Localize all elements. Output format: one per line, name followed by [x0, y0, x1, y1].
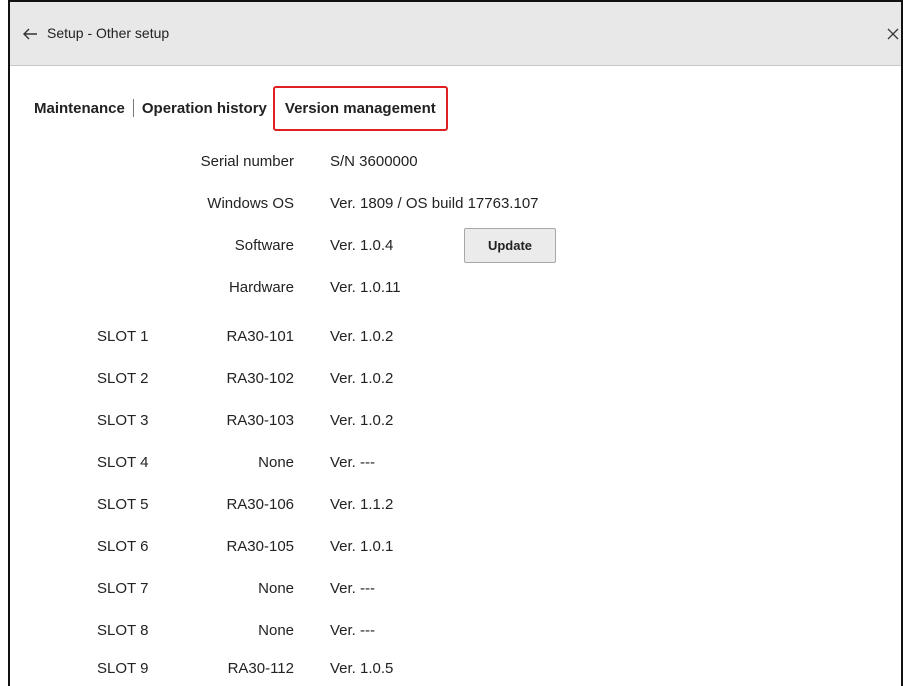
slot-module: RA30-103: [226, 412, 294, 429]
slot-version: Ver. 1.0.5: [330, 660, 394, 677]
info-label: Serial number: [200, 153, 294, 170]
close-icon[interactable]: [885, 26, 901, 42]
info-label: Hardware: [228, 279, 294, 296]
slot-version: Ver. 1.0.2: [330, 370, 394, 387]
slot-module: None: [258, 580, 294, 597]
slot-version: Ver. 1.0.2: [330, 412, 394, 429]
slot-version: Ver. 1.0.2: [330, 328, 394, 345]
tab-operation-history[interactable]: Operation history: [142, 100, 267, 117]
info-value: S/N 3600000: [330, 153, 418, 170]
tab-version-management[interactable]: Version management: [272, 85, 448, 131]
slot-module: None: [258, 454, 294, 471]
window-title: Setup - Other setup: [47, 25, 170, 41]
slot-version: Ver. 1.0.1: [330, 538, 394, 555]
info-value: Ver. 1809 / OS build 17763.107: [330, 195, 539, 212]
setup-window: Setup - Other setup Maintenance Operatio…: [8, 0, 903, 686]
slot-module: RA30-105: [226, 538, 294, 555]
slot-version: Ver. ---: [330, 580, 376, 597]
slot-version: Ver. 1.1.2: [330, 496, 394, 513]
info-value: Ver. 1.0.4: [330, 237, 394, 254]
slot-module: RA30-102: [226, 370, 294, 387]
slot-module: None: [258, 622, 294, 639]
tab-maintenance[interactable]: Maintenance: [34, 100, 125, 117]
slot-module: RA30-101: [226, 328, 294, 345]
slot-module: RA30-106: [226, 496, 294, 513]
info-label: Windows OS: [207, 195, 294, 212]
slot-version: Ver. ---: [330, 622, 376, 639]
title-bar: Setup - Other setup: [10, 2, 901, 66]
tab-bar: Maintenance Operation history Version ma…: [34, 84, 448, 132]
info-label: Software: [234, 237, 294, 254]
tab-divider: [132, 99, 134, 117]
left-arrow-icon[interactable]: [22, 27, 38, 41]
update-button[interactable]: Update: [464, 228, 556, 263]
info-value: Ver. 1.0.11: [330, 279, 401, 296]
slot-module: RA30-112: [227, 660, 294, 677]
slot-version: Ver. ---: [330, 454, 376, 471]
